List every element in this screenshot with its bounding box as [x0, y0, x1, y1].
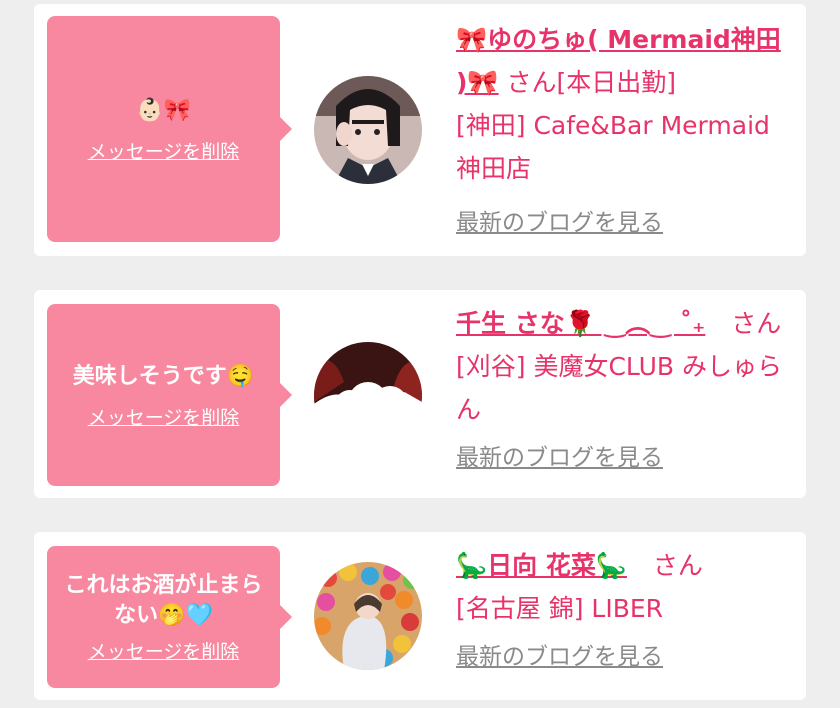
cast-info: 🦕日向 花菜🦕 さん [名古屋 錦] LIBER 最新のブログを見る: [456, 544, 796, 679]
shop-name: [刈谷] 美魔女CLUB みしゅらん: [456, 352, 782, 424]
message-card: これはお酒が止まらない🤭🩵 メッセージを削除 🦕日向 花菜🦕 さん [名古屋 錦…: [34, 532, 806, 700]
message-text: 👶🏻🎀: [136, 98, 191, 123]
delete-message-link[interactable]: メッセージを削除: [88, 637, 240, 664]
honorific: さん: [652, 551, 703, 580]
avatar-photo: [314, 342, 422, 450]
honorific: さん: [506, 68, 557, 97]
delete-message-link[interactable]: メッセージを削除: [88, 137, 240, 164]
latest-blog-link[interactable]: 最新のブログを見る: [456, 437, 663, 480]
message-bubble: 👶🏻🎀 メッセージを削除: [47, 16, 292, 242]
cast-name-link[interactable]: 千生 さな🌹 ‿︵‿ ˚₊: [456, 309, 705, 338]
avatar-photo: [314, 76, 422, 184]
attendance-status: [本日出勤]: [556, 68, 677, 97]
avatar[interactable]: [314, 562, 422, 670]
message-text: これはお酒が止まらない🤭🩵: [64, 572, 263, 628]
message-text: 美味しそうです🤤: [72, 364, 255, 389]
cast-info: 千生 さな🌹 ‿︵‿ ˚₊ さん [刈谷] 美魔女CLUB みしゅらん 最新のブ…: [456, 302, 796, 480]
shop-name: [神田] Cafe&Bar Mermaid 神田店: [456, 111, 770, 183]
honorific: さん: [731, 309, 782, 338]
latest-blog-link[interactable]: 最新のブログを見る: [456, 636, 663, 679]
avatar[interactable]: [314, 342, 422, 450]
message-card: 美味しそうです🤤 メッセージを削除 千生 さな🌹 ‿︵‿ ˚₊ さん [刈谷] …: [34, 290, 806, 498]
avatar[interactable]: [314, 76, 422, 184]
message-card: 👶🏻🎀 メッセージを削除 🎀ゆのちゅ( Mermaid神田 )🎀 さん[本日出勤…: [34, 4, 806, 256]
latest-blog-link[interactable]: 最新のブログを見る: [456, 202, 663, 245]
avatar-photo: [314, 562, 422, 670]
message-bubble: 美味しそうです🤤 メッセージを削除: [47, 304, 292, 486]
message-list: 👶🏻🎀 メッセージを削除 🎀ゆのちゅ( Mermaid神田 )🎀 さん[本日出勤…: [0, 0, 840, 708]
message-bubble: これはお酒が止まらない🤭🩵 メッセージを削除: [47, 546, 292, 688]
shop-name: [名古屋 錦] LIBER: [456, 594, 664, 623]
cast-info: 🎀ゆのちゅ( Mermaid神田 )🎀 さん[本日出勤] [神田] Cafe&B…: [456, 18, 796, 245]
delete-message-link[interactable]: メッセージを削除: [88, 403, 240, 430]
cast-name-link[interactable]: 🦕日向 花菜🦕: [456, 551, 627, 580]
